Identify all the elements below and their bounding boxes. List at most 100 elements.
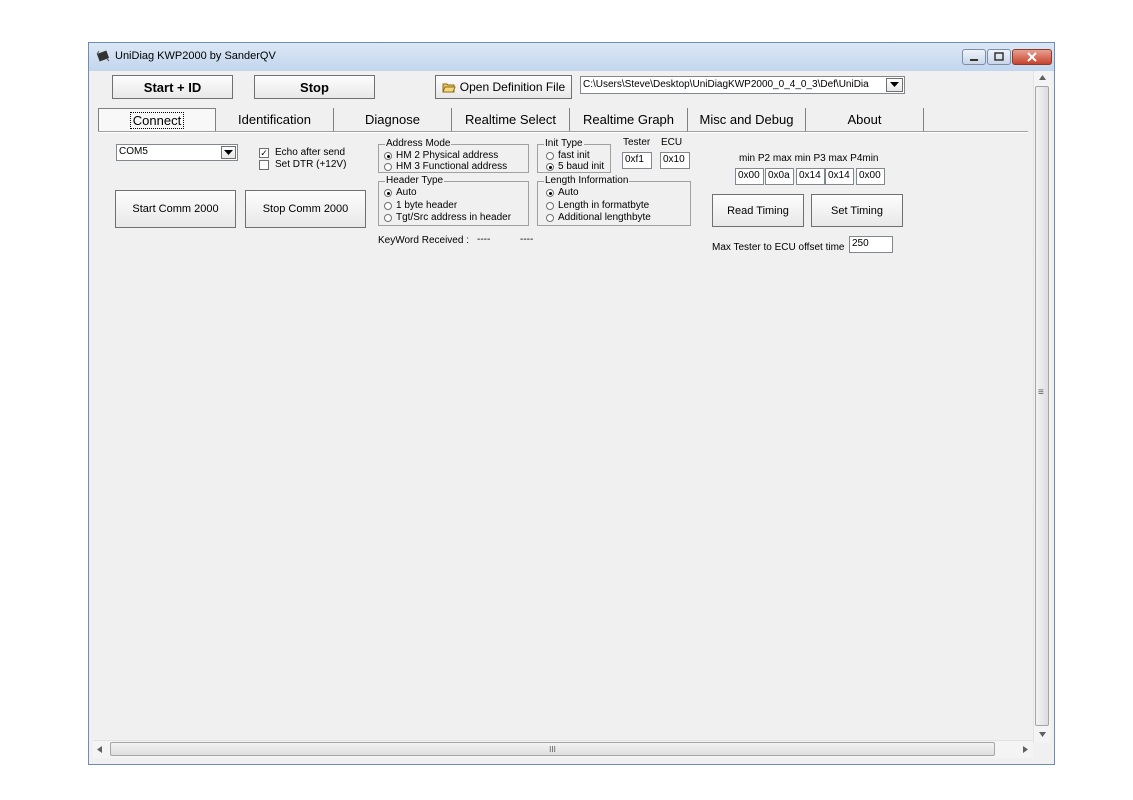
header-type-option-auto[interactable]: Auto: [384, 188, 417, 198]
length-information-legend: Length Information: [544, 175, 630, 186]
tester-address-input[interactable]: 0xf1: [622, 152, 652, 169]
tab-realtime-select[interactable]: Realtime Select: [452, 108, 570, 131]
init-type-group: Init Type fast init 5 baud init: [537, 139, 611, 173]
radio-button[interactable]: [546, 163, 554, 171]
horizontal-scrollbar[interactable]: III: [93, 740, 1033, 758]
radio-label: Tgt/Src address in header: [396, 212, 512, 223]
chevron-down-icon: [890, 82, 899, 87]
min-p4-input[interactable]: 0x00: [856, 168, 885, 185]
set-timing-button[interactable]: Set Timing: [811, 194, 903, 227]
maximize-icon: [994, 52, 1004, 61]
tester-label: Tester: [623, 137, 651, 148]
vertical-scroll-grip: ≡: [1038, 387, 1044, 398]
radio-button[interactable]: [384, 214, 392, 222]
keyword-value-2: ----: [520, 234, 534, 245]
app-window: UniDiag KWP2000 by SanderQV Start + ID S…: [88, 42, 1055, 765]
vertical-scroll-thumb[interactable]: ≡: [1035, 86, 1049, 726]
radio-button[interactable]: [384, 202, 392, 210]
init-type-legend: Init Type: [544, 138, 584, 149]
radio-label: HM 3 Functional address: [396, 161, 508, 172]
app-chip-icon: [96, 50, 110, 62]
definition-path-text: C:\Users\Steve\Desktop\UniDiagKWP2000_0_…: [583, 79, 869, 90]
com-port-dropdown[interactable]: [221, 146, 236, 159]
ecu-label: ECU: [661, 137, 683, 148]
radio-label: Auto: [558, 187, 579, 198]
tab-about[interactable]: About: [806, 108, 924, 131]
start-id-button[interactable]: Start + ID: [112, 75, 233, 99]
header-type-option-tgt-src[interactable]: Tgt/Src address in header: [384, 213, 511, 223]
horizontal-scroll-thumb[interactable]: III: [110, 742, 995, 756]
vertical-scrollbar[interactable]: ≡: [1033, 71, 1051, 743]
min-p2-input[interactable]: 0x00: [735, 168, 764, 185]
radio-button[interactable]: [546, 152, 554, 160]
close-button[interactable]: [1012, 49, 1052, 65]
title-bar[interactable]: UniDiag KWP2000 by SanderQV: [89, 43, 1054, 71]
address-mode-group: Address Mode HM 2 Physical address HM 3 …: [378, 139, 529, 173]
stop-comm-button[interactable]: Stop Comm 2000: [245, 190, 366, 228]
com-port-value: COM5: [119, 146, 148, 157]
dtr-label: Set DTR (+12V): [275, 159, 347, 170]
tab-misc-debug[interactable]: Misc and Debug: [688, 108, 806, 131]
address-mode-option-functional[interactable]: HM 3 Functional address: [384, 162, 507, 172]
header-type-group: Header Type Auto 1 byte header Tgt/Src a…: [378, 176, 529, 226]
open-definition-file-button[interactable]: Open Definition File: [435, 75, 572, 99]
echo-check-box[interactable]: ✓: [259, 147, 269, 158]
tab-realtime-graph[interactable]: Realtime Graph: [570, 108, 688, 131]
radio-button[interactable]: [384, 152, 392, 160]
start-comm-button[interactable]: Start Comm 2000: [115, 190, 236, 228]
horizontal-scroll-grip: III: [549, 745, 556, 754]
radio-label: Length in formatbyte: [558, 200, 650, 211]
radio-label: HM 2 Physical address: [396, 150, 499, 161]
definition-path-dropdown[interactable]: [886, 78, 903, 92]
header-type-option-1byte[interactable]: 1 byte header: [384, 201, 457, 211]
radio-button[interactable]: [546, 189, 554, 197]
radio-button[interactable]: [546, 202, 554, 210]
address-mode-option-physical[interactable]: HM 2 Physical address: [384, 151, 498, 161]
tab-divider: [98, 131, 1028, 133]
echo-after-send-checkbox[interactable]: ✓ Echo after send: [259, 147, 345, 158]
radio-button[interactable]: [546, 214, 554, 222]
radio-label: Auto: [396, 187, 417, 198]
max-p3-input[interactable]: 0x14: [825, 168, 854, 185]
length-option-additional[interactable]: Additional lengthbyte: [546, 213, 651, 223]
radio-label: fast init: [558, 150, 590, 161]
chevron-down-icon: [224, 149, 233, 155]
offset-time-input[interactable]: 250: [849, 236, 893, 253]
init-type-option-5baud[interactable]: 5 baud init: [546, 162, 604, 172]
com-port-select[interactable]: COM5: [116, 144, 238, 161]
max-p2-input[interactable]: 0x0a: [765, 168, 794, 185]
radio-button[interactable]: [384, 163, 392, 171]
window-title: UniDiag KWP2000 by SanderQV: [115, 50, 276, 62]
radio-button[interactable]: [384, 189, 392, 197]
scroll-down-icon[interactable]: [1039, 732, 1046, 737]
header-type-legend: Header Type: [385, 175, 445, 186]
min-p3-input[interactable]: 0x14: [796, 168, 825, 185]
tab-connect[interactable]: Connect: [98, 108, 216, 131]
scroll-left-icon[interactable]: [97, 746, 102, 753]
length-option-formatbyte[interactable]: Length in formatbyte: [546, 201, 649, 211]
keyword-received-label: KeyWord Received :: [378, 235, 469, 246]
tab-connect-label: Connect: [129, 111, 185, 129]
radio-label: 1 byte header: [396, 200, 458, 211]
set-dtr-checkbox[interactable]: Set DTR (+12V): [259, 159, 346, 170]
keyword-value-1: ----: [477, 234, 491, 245]
stop-button[interactable]: Stop: [254, 75, 375, 99]
scroll-up-icon[interactable]: [1039, 75, 1046, 80]
ecu-address-input[interactable]: 0x10: [660, 152, 690, 169]
close-icon: [1027, 52, 1037, 62]
tab-identification[interactable]: Identification: [216, 108, 334, 131]
offset-time-label: Max Tester to ECU offset time: [712, 242, 845, 253]
minimize-icon: [970, 59, 978, 61]
maximize-button[interactable]: [987, 49, 1011, 65]
folder-open-icon: [442, 83, 456, 92]
definition-path-field[interactable]: C:\Users\Steve\Desktop\UniDiagKWP2000_0_…: [580, 76, 905, 94]
read-timing-button[interactable]: Read Timing: [712, 194, 804, 227]
init-type-option-fast[interactable]: fast init: [546, 151, 590, 161]
scroll-right-icon[interactable]: [1023, 746, 1028, 753]
radio-label: Additional lengthbyte: [558, 212, 651, 223]
length-option-auto[interactable]: Auto: [546, 188, 579, 198]
tab-diagnose[interactable]: Diagnose: [334, 108, 452, 131]
dtr-check-box[interactable]: [259, 159, 269, 170]
open-definition-file-label: Open Definition File: [459, 80, 566, 94]
minimize-button[interactable]: [962, 49, 986, 65]
